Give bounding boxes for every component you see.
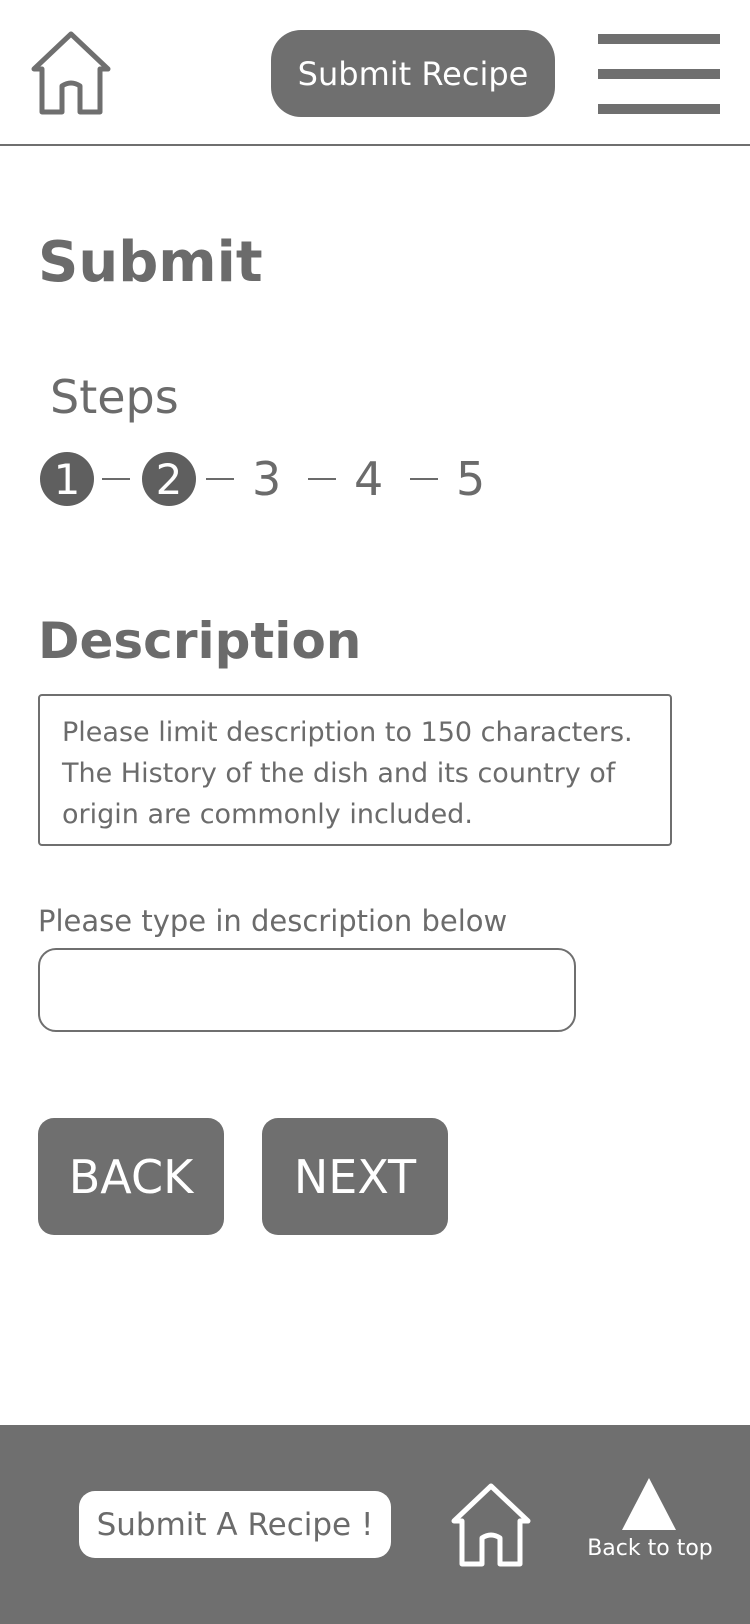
triangle-up-icon: [622, 1478, 676, 1530]
step-1-complete: 1: [40, 452, 94, 506]
step-connector: [308, 478, 336, 480]
submit-recipe-button[interactable]: Submit Recipe: [271, 30, 555, 117]
description-heading: Description: [38, 612, 362, 670]
hamburger-menu-icon[interactable]: [598, 34, 720, 114]
home-button[interactable]: [26, 28, 116, 118]
home-icon: [31, 31, 111, 115]
step-connector: [410, 478, 438, 480]
description-input-label: Please type in description below: [38, 904, 508, 938]
back-button[interactable]: BACK: [38, 1118, 224, 1235]
step-connector: [206, 478, 234, 480]
header-divider: [0, 144, 750, 146]
footer-submit-recipe-button[interactable]: Submit A Recipe !: [79, 1491, 391, 1558]
back-to-top-button[interactable]: Back to top: [586, 1476, 714, 1566]
back-to-top-label: Back to top: [587, 1536, 713, 1561]
step-connector: [102, 478, 130, 480]
step-2-current: 2: [142, 452, 196, 506]
description-input[interactable]: [38, 948, 576, 1032]
description-hint-box: Please limit description to 150 characte…: [38, 694, 672, 846]
page-title: Submit: [38, 230, 263, 295]
next-button[interactable]: NEXT: [262, 1118, 448, 1235]
home-icon: [451, 1483, 531, 1567]
step-3: 3: [252, 452, 282, 506]
steps-label: Steps: [50, 370, 179, 424]
step-4: 4: [354, 452, 384, 506]
footer-home-button[interactable]: [446, 1480, 536, 1570]
step-5: 5: [456, 452, 486, 506]
